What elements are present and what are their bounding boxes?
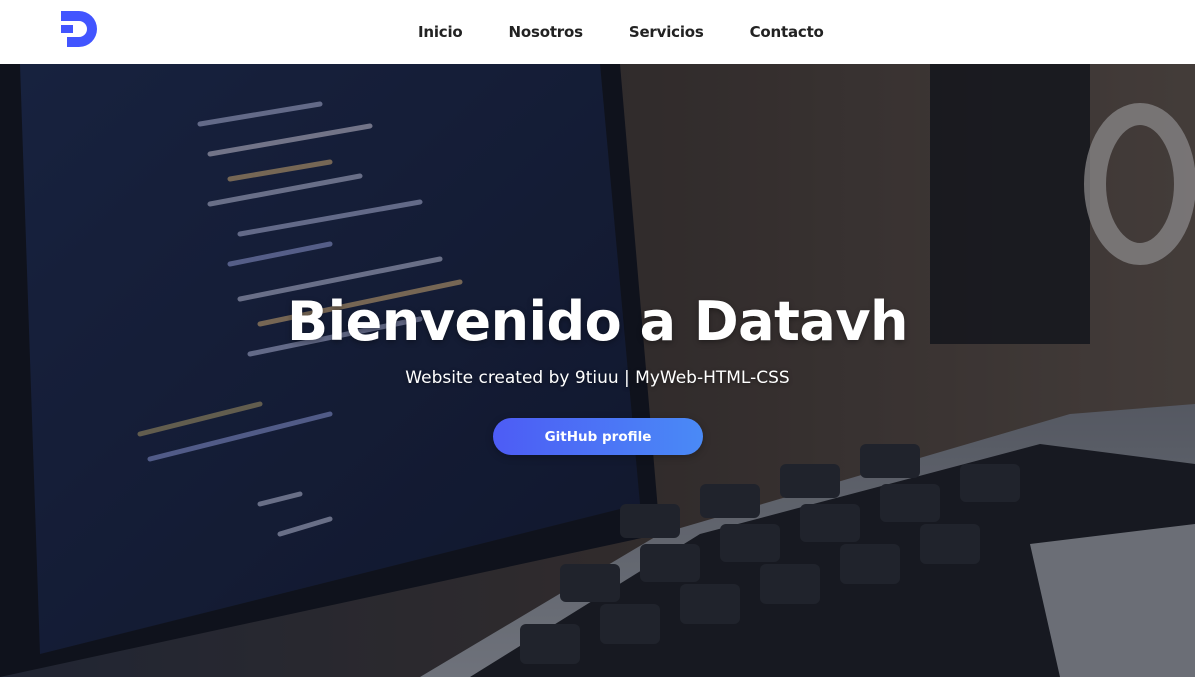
top-navbar: Inicio Nosotros Servicios Contacto — [0, 0, 1195, 64]
hero-section: Bienvenido a Datavh Website created by 9… — [0, 64, 1195, 677]
hero-title: Bienvenido a Datavh — [287, 290, 908, 353]
main-nav: Inicio Nosotros Servicios Contacto — [396, 0, 870, 64]
nav-link-contacto[interactable]: Contacto — [750, 23, 824, 41]
nav-link-servicios[interactable]: Servicios — [629, 23, 704, 41]
nav-link-nosotros[interactable]: Nosotros — [509, 23, 583, 41]
github-profile-button[interactable]: GitHub profile — [493, 418, 703, 455]
nav-link-inicio[interactable]: Inicio — [418, 23, 463, 41]
datavh-logo-icon[interactable] — [57, 9, 101, 49]
hero-subtitle: Website created by 9tiuu | MyWeb-HTML-CS… — [405, 368, 790, 388]
